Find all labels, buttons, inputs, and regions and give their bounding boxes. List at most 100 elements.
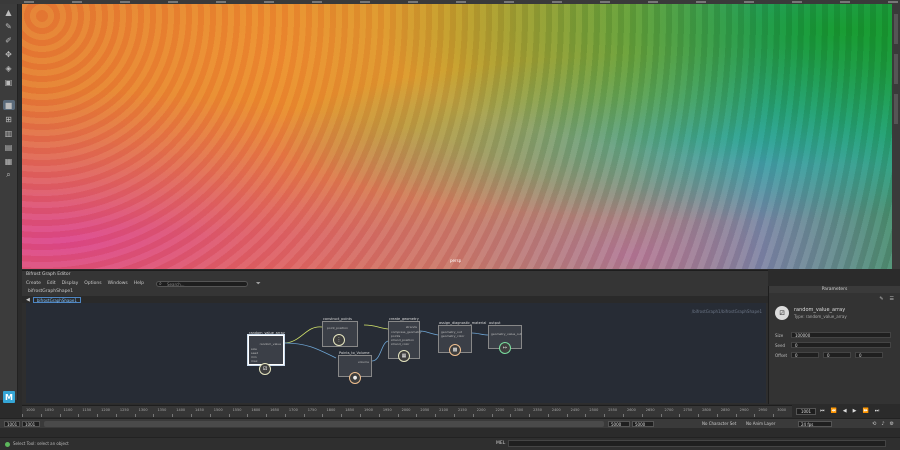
- select-tool-icon[interactable]: ▲: [3, 7, 15, 17]
- range-end-field[interactable]: 5000: [632, 421, 654, 427]
- help-line: Select Tool: select an object: [13, 441, 69, 446]
- mel-command-input[interactable]: [508, 440, 886, 447]
- port-volume[interactable]: volume: [358, 360, 369, 364]
- outliner-layout-icon[interactable]: ▤: [3, 142, 15, 152]
- viewport-3d[interactable]: [22, 4, 892, 269]
- menu-create[interactable]: Create: [26, 281, 41, 286]
- timeline-tick-label: 1300: [138, 408, 148, 412]
- pin-icon[interactable]: ✎: [879, 296, 883, 302]
- timeline-tick-label: 1450: [195, 408, 204, 412]
- go-to-end-icon[interactable]: ⏭: [875, 408, 880, 414]
- loop-icon[interactable]: ⟲: [872, 421, 876, 427]
- range-inner-start-field[interactable]: 1001: [22, 421, 40, 427]
- node-points-to-volume[interactable]: Points_to_Volume volume ●: [338, 351, 372, 384]
- timeline-tick-label: 1250: [119, 408, 129, 412]
- timeline-tick-mark: [472, 414, 474, 417]
- four-view-icon[interactable]: ⊞: [3, 114, 15, 124]
- range-start-field[interactable]: 1001: [4, 421, 20, 427]
- time-slider[interactable]: 1000 1050 1100 1150 1200 1250 1300 1350 1400 1450…: [22, 405, 792, 417]
- param-offset-z[interactable]: 0: [855, 352, 883, 358]
- timeline-tick-label: 2100: [439, 408, 449, 412]
- audio-icon[interactable]: ♪: [881, 421, 884, 427]
- play-back-icon[interactable]: ◀: [843, 408, 847, 414]
- timeline-tick-mark: [97, 414, 99, 417]
- parameters-title: Parameters: [769, 286, 900, 293]
- timeline-tick-label: 1400: [176, 408, 186, 412]
- dice-icon: ⚂: [259, 363, 271, 375]
- param-offset-y[interactable]: 0: [823, 352, 851, 358]
- param-size-label: Size: [775, 332, 784, 338]
- timeline-tick-mark: [435, 414, 437, 417]
- graph-layout-icon[interactable]: ▦: [3, 156, 15, 166]
- timeline-tick-label: 1800: [326, 408, 336, 412]
- side-by-side-icon[interactable]: ▥: [3, 128, 15, 138]
- timeline-tick-label: 2650: [645, 408, 655, 412]
- port-strands[interactable]: strands: [406, 325, 417, 329]
- mel-label[interactable]: MEL: [496, 441, 505, 446]
- port-geometry-value-out[interactable]: geometry_value_out: [491, 332, 522, 336]
- timeline-tick-mark: [153, 414, 155, 417]
- node-assign-diagnostic-material[interactable]: assign_diagnostic_material geometry_out …: [438, 321, 486, 356]
- timeline-tick-label: 1350: [157, 408, 167, 412]
- param-size-row: Size 100000: [775, 332, 891, 338]
- timeline-tick-mark: [660, 414, 662, 417]
- menu-help[interactable]: Help: [134, 281, 144, 286]
- filter-icon[interactable]: ⏷: [256, 280, 261, 288]
- port-random-value[interactable]: random_value: [260, 342, 281, 346]
- menu-display[interactable]: Display: [62, 281, 79, 286]
- list-icon[interactable]: ☰: [890, 296, 894, 302]
- single-view-icon[interactable]: ■: [2, 100, 15, 110]
- param-size-field[interactable]: 100000: [791, 332, 891, 338]
- step-back-icon[interactable]: ⏪: [831, 408, 837, 414]
- node-create-geometry[interactable]: create_geometry strands compress_geometr…: [388, 317, 422, 362]
- node-construct-points[interactable]: construct_points point_position ⋮: [322, 317, 358, 347]
- selected-node-name: random_value_array: [794, 307, 846, 313]
- timeline-tick-label: 2200: [476, 408, 486, 412]
- graph-canvas[interactable]: /bifrostGraph1/bifrostGraphShape1 random…: [26, 303, 766, 403]
- port-point-position[interactable]: point_position: [327, 326, 348, 330]
- param-seed-field[interactable]: 0: [791, 342, 891, 348]
- selected-node-info: ⚂ random_value_array Type: random_value_…: [775, 306, 847, 320]
- node-title: output: [489, 321, 501, 325]
- back-arrow-icon[interactable]: ◀: [26, 297, 30, 303]
- playback-controls: ⏮ ⏪ ◀ ▶ ⏩ ⏭: [820, 408, 879, 414]
- node-output[interactable]: output geometry_value_out ↦: [488, 321, 522, 354]
- fps-dropdown[interactable]: 24 fps: [798, 421, 832, 427]
- menu-edit[interactable]: Edit: [47, 281, 56, 286]
- timeline-tick-mark: [622, 414, 624, 417]
- timeline-tick-label: 2000: [401, 408, 411, 412]
- settings-icon[interactable]: ⚙: [890, 421, 894, 427]
- zoom-icon[interactable]: ⌕: [3, 170, 15, 180]
- menu-options[interactable]: Options: [84, 281, 101, 286]
- graph-tab-bar: ◀ bifrostGraphShape1: [22, 296, 768, 303]
- current-frame-field[interactable]: 1001: [796, 408, 816, 415]
- character-set-dropdown[interactable]: No Character Set: [702, 421, 736, 426]
- timeline-tick-label: 1850: [345, 408, 355, 412]
- paint-tool-icon[interactable]: ✐: [3, 35, 15, 45]
- step-forward-icon[interactable]: ⏩: [862, 408, 868, 414]
- scale-tool-icon[interactable]: ▣: [3, 77, 15, 87]
- rotate-tool-icon[interactable]: ◈: [3, 63, 15, 73]
- timeline-tick-label: 2750: [683, 408, 693, 412]
- timeline-tick-label: 1650: [270, 408, 280, 412]
- param-offset-x[interactable]: 0: [791, 352, 819, 358]
- node-random-value-array[interactable]: random_value_array random_value size see…: [248, 331, 285, 375]
- menu-windows[interactable]: Windows: [108, 281, 128, 286]
- graph-selector[interactable]: bifrostGraphShape1: [22, 288, 768, 296]
- port-max[interactable]: max: [251, 359, 258, 363]
- move-tool-icon[interactable]: ✥: [3, 49, 15, 59]
- timeline-tick-label: 2800: [702, 408, 712, 412]
- range-bar[interactable]: [44, 421, 604, 427]
- anim-layer-dropdown[interactable]: No Anim Layer: [746, 421, 775, 426]
- go-to-start-icon[interactable]: ⏮: [820, 408, 825, 414]
- node-search-input[interactable]: ⌕ Search...: [156, 280, 248, 287]
- lasso-tool-icon[interactable]: ✎: [3, 21, 15, 31]
- graph-editor-title: Bifrost Graph Editor: [22, 271, 768, 279]
- bifrost-graph-editor: Bifrost Graph Editor Create Edit Display…: [22, 270, 768, 404]
- port-geometry-color[interactable]: geometry_color: [441, 334, 464, 338]
- tab-bifrostgraphshape1[interactable]: bifrostGraphShape1: [32, 296, 81, 303]
- range-inner-end-field[interactable]: 5000: [608, 421, 630, 427]
- play-icon[interactable]: ▶: [853, 408, 857, 414]
- geometry-icon: ▦: [398, 350, 410, 362]
- port-strand-color[interactable]: strand_color: [391, 342, 410, 346]
